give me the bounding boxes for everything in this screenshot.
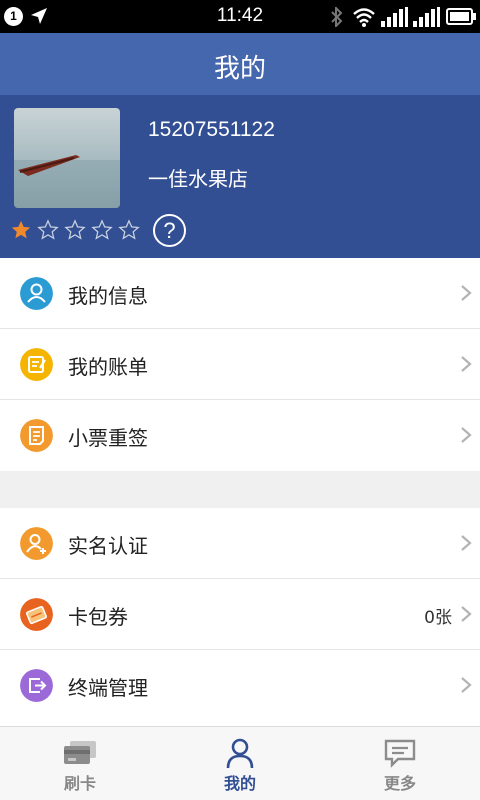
tab-label: 刷卡 — [63, 774, 96, 793]
wifi-icon — [353, 8, 375, 27]
title-bar: 我的 — [0, 33, 480, 95]
star-empty-icon — [64, 219, 86, 240]
menu-item-label: 实名认证 — [68, 534, 148, 558]
avatar[interactable] — [14, 108, 120, 208]
menu-item-label: 终端管理 — [68, 676, 148, 700]
user-icon — [20, 277, 53, 310]
person-icon — [226, 738, 254, 769]
chevron-right-icon — [461, 356, 472, 372]
menu-item-label: 我的信息 — [68, 284, 148, 308]
chevron-right-icon — [461, 606, 472, 622]
chat-more-icon — [384, 739, 416, 768]
shop-name: 一佳水果店 — [148, 167, 248, 191]
phone-number: 15207551122 — [148, 118, 275, 141]
chevron-right-icon — [461, 427, 472, 443]
profile-panel: 15207551122 一佳水果店 ? — [0, 95, 480, 258]
menu-item-card-wallet[interactable]: 卡包券 0张 — [0, 579, 480, 650]
receipt-icon — [20, 419, 53, 452]
bluetooth-icon — [331, 7, 343, 27]
coupon-count: 0张 — [424, 608, 452, 628]
menu-item-terminal-management[interactable]: 终端管理 — [0, 650, 480, 721]
signal-icon — [381, 7, 408, 27]
add-user-icon — [20, 527, 53, 560]
star-empty-icon — [118, 219, 140, 240]
tab-more[interactable]: 更多 — [320, 727, 480, 800]
tab-label: 更多 — [383, 774, 416, 793]
menu-item-label: 小票重签 — [68, 426, 148, 450]
signal-icon — [413, 7, 440, 27]
chevron-right-icon — [461, 677, 472, 693]
terminal-icon — [20, 669, 53, 702]
bottom-tab-bar: 刷卡 我的 更多 — [0, 726, 480, 800]
card-wallet-icon — [20, 598, 53, 631]
menu-group-services: 实名认证 卡包券 0张 终端管理 — [0, 508, 480, 726]
bill-icon — [20, 348, 53, 381]
page-title: 我的 — [213, 54, 266, 84]
menu-item-label: 我的账单 — [68, 355, 148, 379]
menu-item-receipt-resign[interactable]: 小票重签 — [0, 400, 480, 471]
tab-mine[interactable]: 我的 — [160, 727, 320, 800]
chevron-right-icon — [461, 535, 472, 551]
tab-swipe-card[interactable]: 刷卡 — [0, 727, 160, 800]
menu-item-my-info[interactable]: 我的信息 — [0, 258, 480, 329]
menu-group-account: 我的信息 我的账单 小票重签 — [0, 258, 480, 471]
chevron-right-icon — [461, 285, 472, 301]
tab-label: 我的 — [223, 774, 256, 793]
menu-item-my-bill[interactable]: 我的账单 — [0, 329, 480, 400]
card-swipe-icon — [64, 741, 96, 764]
battery-icon — [446, 8, 476, 25]
star-filled-icon — [11, 220, 31, 239]
menu-item-label: 卡包券 — [68, 605, 128, 629]
star-empty-icon — [37, 219, 59, 240]
help-button[interactable]: ? — [153, 214, 186, 247]
status-bar: 1 11:42 — [0, 0, 480, 33]
star-empty-icon — [91, 219, 113, 240]
menu-item-real-name-auth[interactable]: 实名认证 — [0, 508, 480, 579]
